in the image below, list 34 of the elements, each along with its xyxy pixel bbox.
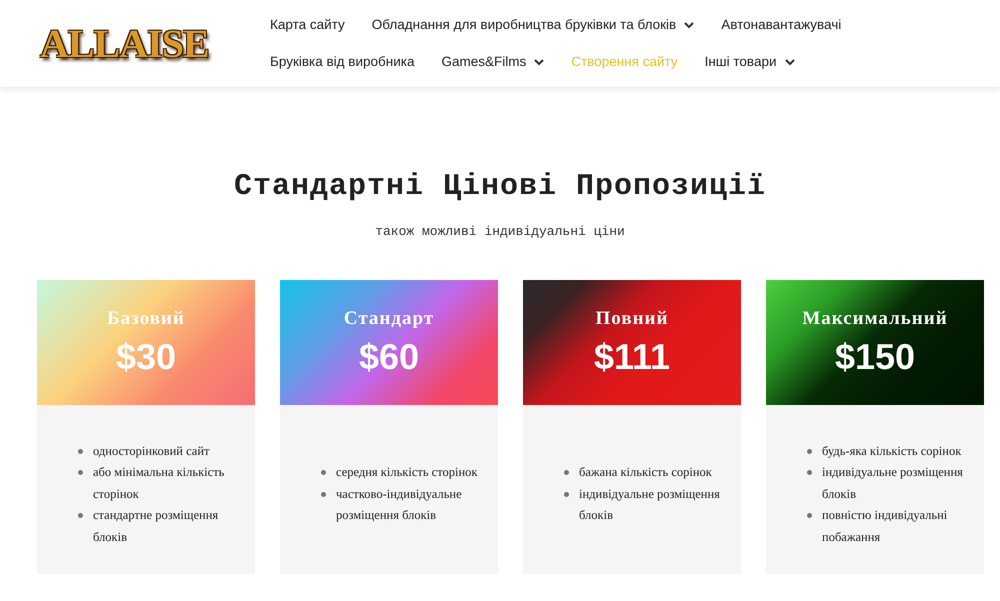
nav-link[interactable]: Обладнання для виробництва бруківки та блоків (372, 14, 694, 36)
bullet-icon (78, 513, 83, 518)
section-subheading: також можливі індивідуальні ціни (374, 224, 626, 239)
feature-text: середня кількість сторінок (336, 464, 478, 482)
plan-price: $30 (116, 336, 176, 378)
feature-text: індивідуальне розміщення блоків (579, 486, 721, 524)
feature-text: односторінковий сайт (93, 442, 210, 460)
feature-text: стандартне розміщення блоків (93, 507, 220, 546)
nav-link[interactable]: Інші товари (704, 51, 794, 73)
bullet-icon (321, 470, 326, 476)
bullet-icon (807, 513, 812, 518)
bullet-icon (564, 492, 569, 497)
feature-text: бажана кількість сорінок (579, 464, 712, 482)
plan-price: $150 (834, 336, 916, 378)
plan-name: Повний (596, 308, 668, 330)
feature-text: повністю індивідуальні побажання (822, 507, 948, 546)
bullet-icon (807, 470, 812, 476)
plan-price: $60 (358, 336, 420, 378)
bullet-icon (807, 448, 812, 454)
section-heading: Стандартні Цінові Пропозиції (232, 170, 768, 204)
nav-link[interactable]: Карта сайту (270, 14, 345, 36)
nav-link[interactable]: Бруківка від виробника (270, 51, 414, 73)
bullet-icon (78, 448, 83, 454)
nav-link[interactable]: Games&Films (441, 51, 544, 73)
nav-link[interactable]: Автонавантажувачі (721, 14, 842, 36)
plan-name: Стандарт (344, 308, 434, 330)
plan-name: Максимальний (802, 308, 948, 330)
feature-text: частково-індивідуальне розміщення блоків (336, 486, 463, 524)
bullet-icon (321, 492, 326, 497)
bullet-icon (78, 470, 83, 476)
bullet-icon (564, 470, 569, 476)
feature-text: будь-яка кількість сорінок (822, 442, 962, 460)
plan-price: $111 (594, 336, 670, 378)
plan-name: Базовий (107, 308, 185, 330)
